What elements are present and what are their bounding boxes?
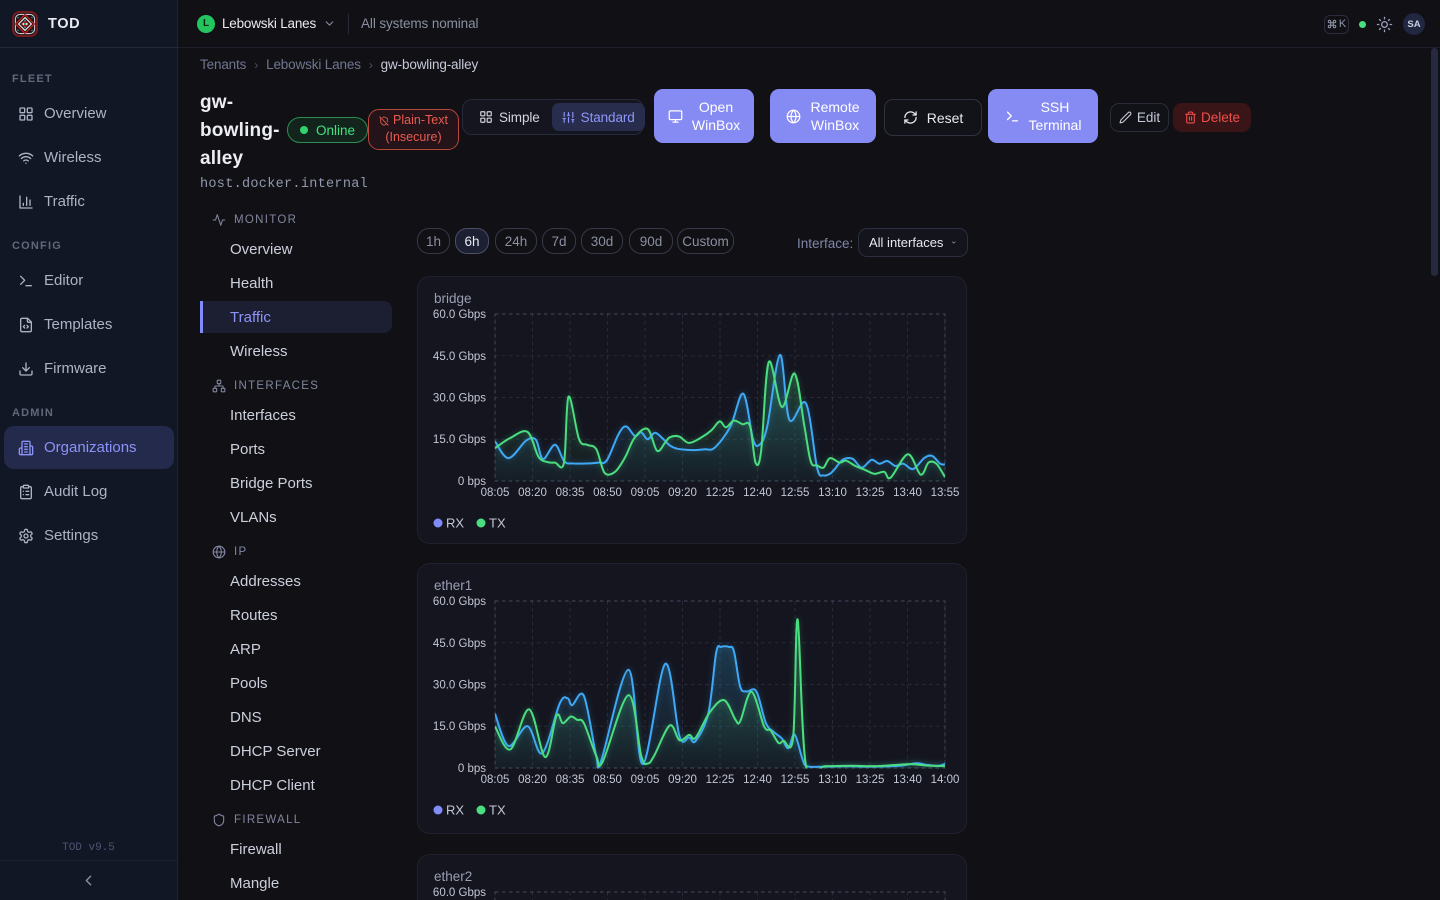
svg-text:45.0 Gbps: 45.0 Gbps <box>433 638 486 650</box>
svg-text:13:55: 13:55 <box>931 487 960 499</box>
svg-text:ether2: ether2 <box>434 869 472 884</box>
svg-text:13:10: 13:10 <box>818 774 847 786</box>
svg-text:RX: RX <box>446 516 464 531</box>
svg-text:09:05: 09:05 <box>631 774 660 786</box>
svg-text:13:25: 13:25 <box>856 774 885 786</box>
svg-text:08:05: 08:05 <box>481 774 510 786</box>
svg-text:TX: TX <box>489 803 506 818</box>
svg-text:60.0 Gbps: 60.0 Gbps <box>433 596 486 608</box>
svg-text:09:05: 09:05 <box>631 487 660 499</box>
svg-text:12:25: 12:25 <box>706 774 735 786</box>
svg-text:13:40: 13:40 <box>893 774 922 786</box>
svg-text:09:20: 09:20 <box>668 774 697 786</box>
svg-text:60.0 Gbps: 60.0 Gbps <box>433 309 486 321</box>
svg-text:30.0 Gbps: 30.0 Gbps <box>433 680 486 692</box>
svg-text:TX: TX <box>489 516 506 531</box>
svg-text:bridge: bridge <box>434 291 472 306</box>
svg-text:08:50: 08:50 <box>593 774 622 786</box>
svg-text:08:50: 08:50 <box>593 487 622 499</box>
svg-text:09:20: 09:20 <box>668 487 697 499</box>
svg-text:08:05: 08:05 <box>481 487 510 499</box>
svg-text:RX: RX <box>446 803 464 818</box>
svg-text:12:40: 12:40 <box>743 487 772 499</box>
svg-text:15.0 Gbps: 15.0 Gbps <box>433 434 486 446</box>
svg-text:45.0 Gbps: 45.0 Gbps <box>433 351 486 363</box>
svg-text:12:25: 12:25 <box>706 487 735 499</box>
svg-text:12:55: 12:55 <box>781 487 810 499</box>
svg-text:08:35: 08:35 <box>556 774 585 786</box>
svg-text:13:40: 13:40 <box>893 487 922 499</box>
svg-text:15.0 Gbps: 15.0 Gbps <box>433 721 486 733</box>
svg-text:60.0 Gbps: 60.0 Gbps <box>433 887 486 899</box>
svg-text:ether1: ether1 <box>434 578 472 593</box>
svg-text:12:55: 12:55 <box>781 774 810 786</box>
svg-text:12:40: 12:40 <box>743 774 772 786</box>
svg-text:30.0 Gbps: 30.0 Gbps <box>433 393 486 405</box>
svg-text:08:20: 08:20 <box>518 774 547 786</box>
svg-text:08:20: 08:20 <box>518 487 547 499</box>
svg-text:14:00: 14:00 <box>931 774 960 786</box>
svg-text:13:25: 13:25 <box>856 487 885 499</box>
svg-text:13:10: 13:10 <box>818 487 847 499</box>
svg-text:08:35: 08:35 <box>556 487 585 499</box>
